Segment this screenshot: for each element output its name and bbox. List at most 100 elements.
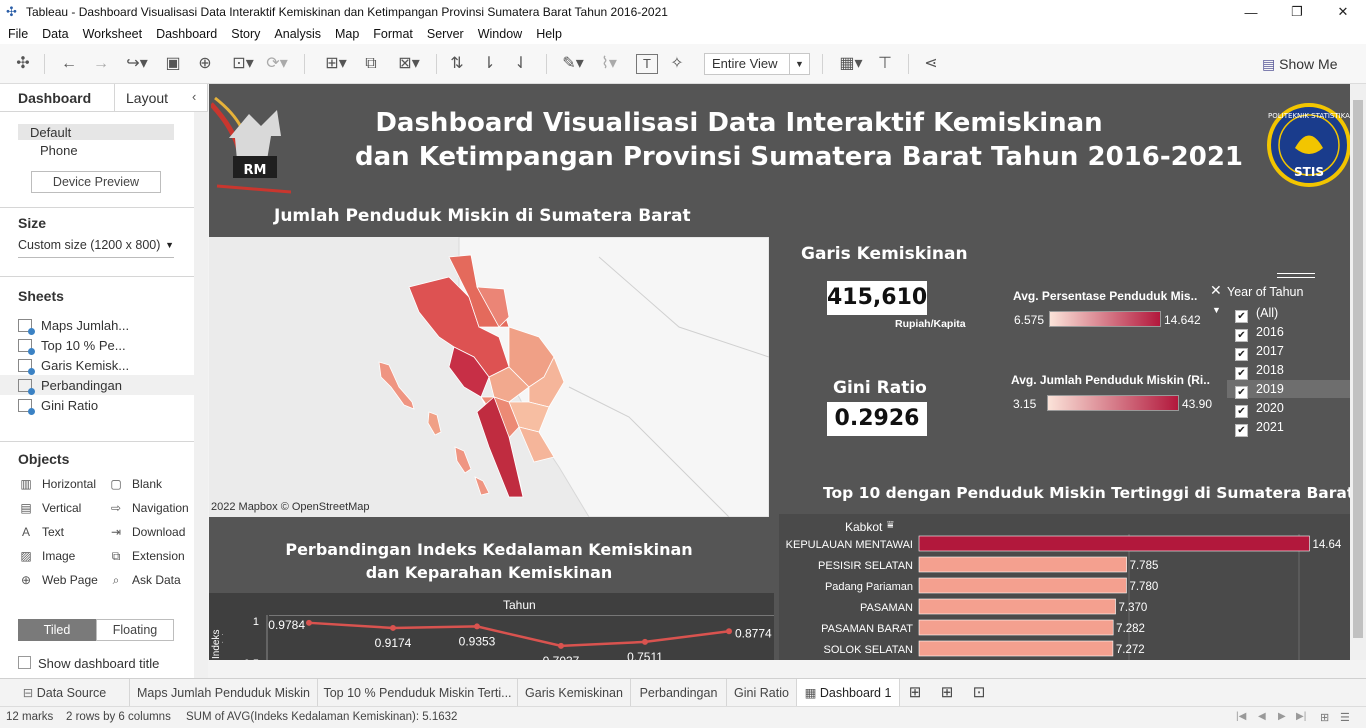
object-web-page[interactable]: ⊕ Web Page	[18, 573, 98, 587]
clear-filter-icon[interactable]: ✕	[1210, 282, 1222, 299]
pin-icon[interactable]: ✧	[666, 54, 688, 74]
pause-updates-icon[interactable]: ⊡▾	[226, 54, 260, 74]
sort-ascending-icon[interactable]: ⇂	[478, 54, 500, 74]
device-phone[interactable]: Phone	[40, 143, 78, 158]
list-view-icon[interactable]: ☰	[1340, 711, 1350, 724]
checkbox-checked-icon[interactable]: ✔	[1235, 329, 1248, 342]
checkbox-checked-icon[interactable]: ✔	[1235, 348, 1248, 361]
tab-layout[interactable]: Layout	[126, 90, 168, 106]
sheet-item-perbandingan[interactable]: Perbandingan	[18, 377, 122, 395]
tab-top10[interactable]: Top 10 % Penduduk Miskin Terti...	[318, 679, 518, 707]
perbandingan-line-svg[interactable]: 1 0.5 0.9784 0.9174 0.9353 0.7037 0.7511 0.8774	[209, 593, 774, 660]
show-mark-labels-icon[interactable]: T	[636, 54, 658, 74]
checkbox-checked-icon[interactable]: ✔	[1235, 367, 1248, 380]
perbandingan-chart[interactable]: Tahun Indeks Kedalaman K.. 10.50.97840.9…	[209, 593, 774, 660]
checkbox-checked-icon[interactable]: ✔	[1235, 424, 1248, 437]
tab-data-source[interactable]: ⊟ Data Source	[0, 679, 130, 707]
object-horizontal[interactable]: ▥ Horizontal	[18, 477, 96, 491]
close-button[interactable]: ✕	[1320, 0, 1366, 24]
floating-button[interactable]: Floating	[96, 619, 174, 641]
object-vertical[interactable]: ▤ Vertical	[18, 501, 81, 515]
replay-icon[interactable]: ↪▾	[120, 54, 154, 74]
choropleth-map[interactable]	[209, 237, 769, 517]
minimize-button[interactable]: —	[1228, 0, 1274, 24]
nav-prev-icon[interactable]: ◀	[1258, 711, 1266, 722]
checkbox-checked-icon[interactable]: ✔	[1235, 405, 1248, 418]
menu-format[interactable]: Format	[373, 27, 413, 41]
device-preview-button[interactable]: Device Preview	[31, 171, 161, 193]
fit-view-dropdown[interactable]: Entire View ▼	[704, 53, 810, 75]
object-extension[interactable]: ⧉ Extension	[108, 549, 185, 564]
menu-file[interactable]: File	[8, 27, 28, 41]
redo-icon[interactable]: →	[90, 54, 112, 74]
show-title-checkbox[interactable]	[18, 656, 31, 669]
sheet-item-top10[interactable]: Top 10 % Pe...	[18, 337, 126, 355]
tab-dashboard[interactable]: Dashboard	[18, 90, 91, 106]
tiled-button[interactable]: Tiled	[18, 619, 96, 641]
maximize-button[interactable]: ❐	[1274, 0, 1320, 24]
object-text[interactable]: A Text	[18, 525, 64, 539]
menu-analysis[interactable]: Analysis	[274, 27, 321, 41]
top10-bar-svg[interactable]: KEPULAUAN MENTAWAI 14.64 PESISIR SELATAN 7.…	[779, 514, 1350, 660]
swap-icon[interactable]: ⇅	[446, 54, 468, 74]
object-navigation[interactable]: ⇨ Navigation	[108, 501, 189, 515]
side-panel-scrollbar[interactable]	[194, 112, 208, 678]
new-worksheet-icon[interactable]: ⊞▾	[318, 54, 354, 74]
menu-server[interactable]: Server	[427, 27, 464, 41]
size-dropdown[interactable]: Custom size (1200 x 800) ▼	[18, 238, 174, 258]
year-filter-option[interactable]: ✔ 2018	[1235, 363, 1284, 380]
new-worksheet-icon[interactable]: ⊞	[900, 679, 930, 707]
new-story-icon[interactable]: ⊡	[964, 679, 994, 707]
tab-dashboard-1[interactable]: ▦ Dashboard 1	[797, 679, 900, 707]
year-filter-option[interactable]: ✔ 2020	[1235, 401, 1284, 418]
checkbox-checked-icon[interactable]: ✔	[1235, 386, 1248, 399]
group-icon[interactable]: ⌇▾	[594, 54, 624, 74]
menu-data[interactable]: Data	[42, 27, 68, 41]
year-filter-option[interactable]: ✔ (All)	[1235, 306, 1278, 323]
menu-window[interactable]: Window	[478, 27, 522, 41]
sheet-item-garis[interactable]: Garis Kemisk...	[18, 357, 129, 375]
object-download[interactable]: ⇥ Download	[108, 525, 185, 539]
clear-sheet-icon[interactable]: ⊠▾	[392, 54, 426, 74]
legend-menu-caret-icon[interactable]: ▼	[1212, 305, 1221, 315]
year-filter-option[interactable]: ✔ 2019	[1235, 382, 1284, 399]
menu-help[interactable]: Help	[536, 27, 562, 41]
top10-chart[interactable]: Kabkot ⩸ KEPULAUAN MENTAWAI 14.64 PESISIR …	[779, 514, 1350, 660]
menu-worksheet[interactable]: Worksheet	[83, 27, 143, 41]
tab-perbandingan[interactable]: Perbandingan	[631, 679, 727, 707]
sort-descending-icon[interactable]: ⇃	[510, 54, 532, 74]
nav-first-icon[interactable]: |◀	[1236, 711, 1246, 722]
show-me-button[interactable]: ▤ Show Me	[1262, 54, 1337, 74]
tab-maps[interactable]: Maps Jumlah Penduduk Miskin	[130, 679, 318, 707]
new-dashboard-icon[interactable]: ⊞	[932, 679, 962, 707]
tab-gini[interactable]: Gini Ratio	[727, 679, 797, 707]
show-cards-icon[interactable]: ▦▾	[834, 54, 868, 74]
grid-view-icon[interactable]: ⊞	[1320, 711, 1329, 724]
save-icon[interactable]: ▣	[162, 54, 184, 74]
menu-story[interactable]: Story	[231, 27, 260, 41]
collapse-panel-icon[interactable]: ‹	[192, 89, 196, 104]
sheet-item-gini[interactable]: Gini Ratio	[18, 397, 98, 415]
scrollbar-thumb[interactable]	[1353, 100, 1363, 638]
duplicate-icon[interactable]: ⧉	[360, 54, 382, 74]
tab-garis[interactable]: Garis Kemiskinan	[518, 679, 631, 707]
nav-last-icon[interactable]: ▶|	[1296, 711, 1306, 722]
share-icon[interactable]: ⋖	[920, 54, 942, 74]
year-filter-option[interactable]: ✔ 2017	[1235, 344, 1284, 361]
year-filter-option[interactable]: ✔ 2021	[1235, 420, 1284, 437]
menu-map[interactable]: Map	[335, 27, 359, 41]
device-default[interactable]: Default	[30, 125, 71, 140]
presentation-mode-icon[interactable]: ⊤	[874, 54, 896, 74]
highlight-icon[interactable]: ✎▾	[558, 54, 588, 74]
checkbox-checked-icon[interactable]: ✔	[1235, 310, 1248, 323]
object-image[interactable]: ▨ Image	[18, 549, 75, 563]
tableau-home-icon[interactable]: ✣	[12, 54, 34, 74]
object-blank[interactable]: ▢ Blank	[108, 477, 162, 491]
sheet-item-maps[interactable]: Maps Jumlah...	[18, 317, 129, 335]
new-datasource-icon[interactable]: ⊕	[194, 54, 216, 74]
dashboard-scrollbar[interactable]	[1350, 84, 1366, 660]
map-view[interactable]: 2022 Mapbox © OpenStreetMap	[209, 237, 769, 517]
year-filter-option[interactable]: ✔ 2016	[1235, 325, 1284, 342]
nav-next-icon[interactable]: ▶	[1278, 711, 1286, 722]
refresh-icon[interactable]: ⟳▾	[264, 54, 290, 74]
